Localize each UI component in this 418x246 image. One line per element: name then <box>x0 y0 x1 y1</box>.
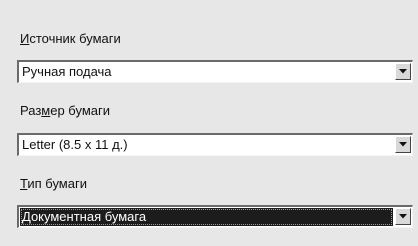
paper-size-dropdown[interactable]: Letter (8.5 x 11 д.) <box>17 133 413 156</box>
paper-type-value: Документная бумага <box>20 208 393 226</box>
chevron-down-icon <box>399 142 407 147</box>
chevron-down-icon <box>399 214 407 219</box>
chevron-down-icon <box>399 69 407 74</box>
paper-source-dropdown-button[interactable] <box>395 63 411 80</box>
paper-source-value: Ручная подача <box>22 64 112 79</box>
paper-size-label: Размер бумаги <box>20 103 110 119</box>
paper-type-label-text: ип бумаги <box>27 176 87 191</box>
paper-size-label-text-start: Раз <box>20 103 42 118</box>
paper-size-value: Letter (8.5 x 11 д.) <box>22 137 128 152</box>
paper-size-label-accesskey: м <box>41 103 51 118</box>
paper-size-label-text-end: ер бумаги <box>50 103 110 118</box>
paper-type-dropdown-button[interactable] <box>395 208 411 225</box>
paper-source-label-text: сточник бумаги <box>29 31 121 46</box>
paper-source-label-accesskey: И <box>20 31 30 46</box>
paper-source-dropdown[interactable]: Ручная подача <box>17 60 413 83</box>
paper-type-dropdown[interactable]: Документная бумага <box>17 205 413 228</box>
paper-type-label: Тип бумаги <box>20 176 87 192</box>
paper-source-label: Источник бумаги <box>20 31 121 47</box>
paper-size-dropdown-button[interactable] <box>395 136 411 153</box>
paper-settings-panel: Источник бумаги Ручная подача Размер бум… <box>0 0 418 246</box>
